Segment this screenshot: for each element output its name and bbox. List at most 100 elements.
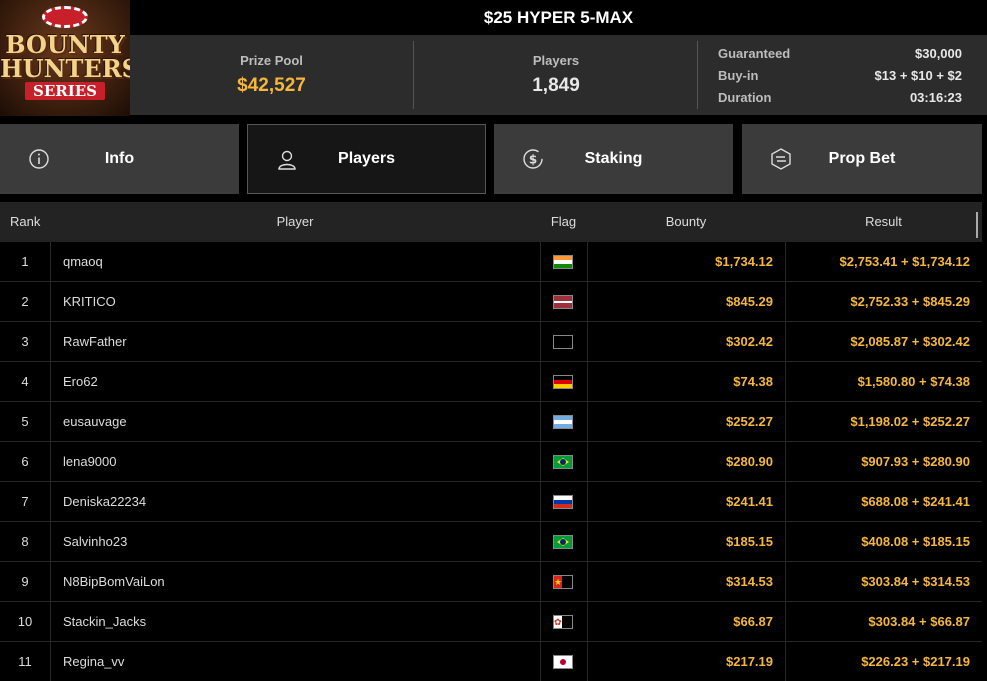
buyin-row: Buy-in $13 + $10 + $2: [718, 65, 962, 87]
result-cell: $303.84 + $314.53: [785, 562, 982, 601]
player-name-cell[interactable]: eusauvage: [50, 402, 540, 441]
tab-prop-bet[interactable]: Prop Bet: [742, 124, 982, 194]
table-row[interactable]: 4 Ero62 $74.38 $1,580.80 + $74.38: [0, 362, 982, 402]
rank-cell: 1: [21, 254, 29, 269]
scrollbar[interactable]: [976, 212, 978, 238]
vietnam-flag-icon: ★: [553, 575, 573, 589]
flag-cell: [540, 482, 587, 521]
prize-pool-label: Prize Pool: [240, 53, 303, 68]
guaranteed-row: Guaranteed $30,000: [718, 43, 962, 65]
tournament-title: $25 HYPER 5-MAX: [130, 0, 987, 35]
rank-cell: 3: [21, 334, 29, 349]
table-row[interactable]: 8 Salvinho23 $185.15 $408.08 + $185.15: [0, 522, 982, 562]
header-flag[interactable]: Flag: [540, 202, 587, 242]
player-name-cell[interactable]: RawFather: [50, 322, 540, 361]
player-name-cell[interactable]: qmaoq: [50, 242, 540, 281]
bounty-cell: $217.19: [587, 642, 785, 681]
player-name-cell[interactable]: Ero62: [50, 362, 540, 401]
players-stat: Players 1,849: [414, 35, 698, 115]
flag-cell: ★: [540, 562, 587, 601]
players-label: Players: [532, 53, 580, 68]
bounty-cell: $252.27: [587, 402, 785, 441]
tab-info[interactable]: Info: [0, 124, 239, 194]
germany-flag-icon: [553, 375, 573, 389]
bounty-cell: $74.38: [587, 362, 785, 401]
bounty-cell: $845.29: [587, 282, 785, 321]
result-cell: $1,580.80 + $74.38: [785, 362, 982, 401]
players-table-body: 1 qmaoq $1,734.12 $2,753.41 + $1,734.12 2 KRI…: [0, 242, 982, 681]
player-name-cell[interactable]: lena9000: [50, 442, 540, 481]
india-flag-icon: [553, 255, 573, 269]
user-icon: [278, 150, 296, 170]
rank-cell: 6: [21, 454, 29, 469]
table-row[interactable]: 11 Regina_vv $217.19 $226.23 + $217.19: [0, 642, 982, 681]
flag-cell: [540, 282, 587, 321]
bounty-cell: $185.15: [587, 522, 785, 561]
header-result[interactable]: Result: [785, 202, 982, 242]
bounty-cell: $302.42: [587, 322, 785, 361]
logo-line-3: SERIES: [0, 82, 130, 100]
flag-cell: ✿: [540, 602, 587, 641]
player-name-cell[interactable]: Regina_vv: [50, 642, 540, 681]
table-row[interactable]: 6 lena9000 $280.90 $907.93 + $280.90: [0, 442, 982, 482]
bounty-cell: $1,734.12: [587, 242, 785, 281]
table-row[interactable]: 9 N8BipBomVaiLon ★ $314.53 $303.84 + $314.53: [0, 562, 982, 602]
duration-label: Duration: [718, 90, 772, 105]
table-row[interactable]: 1 qmaoq $1,734.12 $2,753.41 + $1,734.12: [0, 242, 982, 282]
guaranteed-label: Guaranteed: [718, 46, 791, 61]
result-cell: $907.93 + $280.90: [785, 442, 982, 481]
tab-staking[interactable]: $ Staking: [494, 124, 733, 194]
russia-flag-icon: [553, 495, 573, 509]
table-row[interactable]: 3 RawFather $302.42 $2,085.87 + $302.42: [0, 322, 982, 362]
player-name-cell[interactable]: Salvinho23: [50, 522, 540, 561]
rank-cell: 9: [21, 574, 29, 589]
table-row[interactable]: 5 eusauvage $252.27 $1,198.02 + $252.27: [0, 402, 982, 442]
result-cell: $2,752.33 + $845.29: [785, 282, 982, 321]
rank-cell: 8: [21, 534, 29, 549]
buyin-label: Buy-in: [718, 68, 759, 83]
header-player[interactable]: Player: [50, 202, 540, 242]
player-name-cell[interactable]: KRITICO: [50, 282, 540, 321]
prize-pool-stat: Prize Pool $42,527: [130, 35, 413, 115]
flag-cell: [540, 242, 587, 281]
player-name-cell[interactable]: Deniska22234: [50, 482, 540, 521]
flag-cell: [540, 642, 587, 681]
result-cell: $2,085.87 + $302.42: [785, 322, 982, 361]
player-name-cell[interactable]: N8BipBomVaiLon: [50, 562, 540, 601]
bounty-cell: $66.87: [587, 602, 785, 641]
table-row[interactable]: 7 Deniska22234 $241.41 $688.08 + $241.41: [0, 482, 982, 522]
duration-value: 03:16:23: [909, 90, 962, 105]
brazil-flag-icon: [553, 535, 573, 549]
prize-pool-value: $42,527: [237, 75, 306, 96]
divider: [697, 41, 698, 109]
argentina-flag-icon: [553, 415, 573, 429]
bounty-cell: $314.53: [587, 562, 785, 601]
tab-players[interactable]: Players: [247, 124, 486, 194]
player-name-cell[interactable]: Stackin_Jacks: [50, 602, 540, 641]
brazil-flag-icon: [553, 455, 573, 469]
logo-line-2: HUNTERS: [0, 54, 130, 83]
duration-row: Duration 03:16:23: [718, 87, 962, 109]
buyin-value: $13 + $10 + $2: [874, 68, 962, 83]
header-bounty[interactable]: Bounty: [587, 202, 785, 242]
header-rank[interactable]: Rank: [10, 202, 40, 242]
rank-cell: 10: [17, 614, 33, 629]
flag-cell: [540, 362, 587, 401]
bounty-cell: $241.41: [587, 482, 785, 521]
dollar-coin-icon: $: [523, 149, 543, 169]
bounty-hunters-logo: BOUNTY HUNTERS SERIES: [0, 0, 130, 116]
result-cell: $2,753.41 + $1,734.12: [785, 242, 982, 281]
info-icon: [29, 149, 49, 169]
tournament-details: Guaranteed $30,000 Buy-in $13 + $10 + $2…: [718, 43, 962, 109]
mexico-flag-icon: [553, 335, 573, 349]
rank-cell: 2: [21, 294, 29, 309]
prop-bet-icon: [771, 148, 791, 170]
flag-cell: [540, 442, 587, 481]
players-value: 1,849: [532, 75, 580, 96]
table-row[interactable]: 2 KRITICO $845.29 $2,752.33 + $845.29: [0, 282, 982, 322]
tournament-info-bar: Prize Pool $42,527 Players 1,849 Guarant…: [130, 35, 987, 115]
japan-flag-icon: [553, 655, 573, 669]
result-cell: $226.23 + $217.19: [785, 642, 982, 681]
bounty-cell: $280.90: [587, 442, 785, 481]
table-row[interactable]: 10 Stackin_Jacks ✿ $66.87 $303.84 + $66.87: [0, 602, 982, 642]
